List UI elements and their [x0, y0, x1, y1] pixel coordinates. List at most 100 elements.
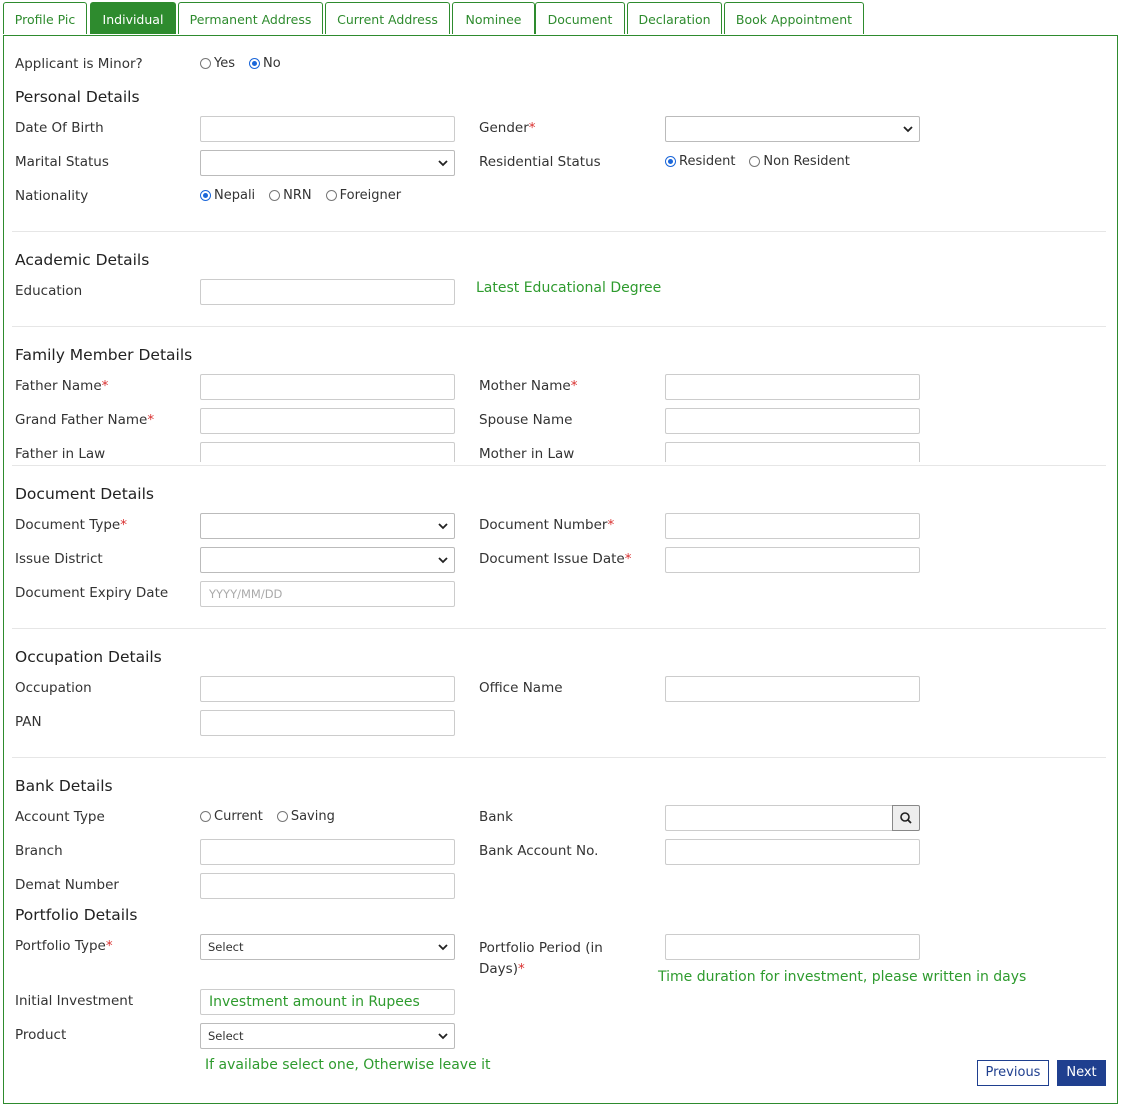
- search-icon: [900, 812, 912, 824]
- marital-status-label: Marital Status: [15, 154, 109, 170]
- radio-circle: [276, 811, 288, 822]
- previous-button[interactable]: Previous: [977, 1060, 1049, 1086]
- radio-label: No: [263, 56, 281, 71]
- chevron-down-icon: [438, 1033, 448, 1040]
- section-divider: [12, 231, 1106, 232]
- occupation-input[interactable]: [200, 676, 455, 702]
- pan-input[interactable]: [200, 710, 455, 736]
- bank-label: Bank: [479, 809, 513, 825]
- tab-book-appointment[interactable]: Book Appointment: [724, 2, 864, 34]
- product-hint: If availabe select one, Otherwise leave …: [205, 1057, 491, 1073]
- radio-label: Foreigner: [339, 188, 402, 203]
- section-divider: [12, 757, 1106, 758]
- bank-account-no-input[interactable]: [665, 839, 920, 865]
- chevron-down-icon: [438, 160, 448, 167]
- bank-search-button[interactable]: [892, 805, 920, 831]
- document-number-label: Document Number*: [479, 517, 615, 533]
- chevron-down-icon: [438, 944, 448, 951]
- minor-radio-group: Yes No: [200, 56, 295, 71]
- grandfather-name-label: Grand Father Name*: [15, 412, 155, 428]
- tab-profile-pic[interactable]: Profile Pic: [3, 2, 87, 34]
- minor-no-radio[interactable]: No: [249, 56, 281, 71]
- mother-name-label: Mother Name*: [479, 378, 578, 394]
- select-value: Select: [208, 1029, 244, 1043]
- father-in-law-label: Father in Law: [15, 446, 106, 462]
- select-value: Select: [208, 940, 244, 954]
- current-account-radio[interactable]: Current: [200, 809, 263, 824]
- mother-name-input[interactable]: [665, 374, 920, 400]
- residential-status-label: Residential Status: [479, 154, 601, 170]
- chevron-down-icon: [903, 126, 913, 133]
- foreigner-radio[interactable]: Foreigner: [325, 188, 402, 203]
- account-type-label: Account Type: [15, 809, 105, 825]
- occupation-details-heading: Occupation Details: [15, 648, 162, 666]
- document-type-select[interactable]: [200, 513, 455, 539]
- nrn-radio[interactable]: NRN: [269, 188, 312, 203]
- issue-district-label: Issue District: [15, 551, 103, 567]
- chevron-down-icon: [438, 557, 448, 564]
- radio-label: Current: [214, 809, 263, 824]
- tab-declaration[interactable]: Declaration: [627, 2, 722, 34]
- branch-label: Branch: [15, 843, 63, 859]
- education-input[interactable]: [200, 279, 455, 305]
- father-name-input[interactable]: [200, 374, 455, 400]
- radio-circle-selected: [665, 156, 676, 167]
- tab-document[interactable]: Document: [535, 2, 625, 34]
- radio-label: Yes: [214, 56, 235, 71]
- portfolio-details-heading: Portfolio Details: [15, 906, 138, 924]
- issue-district-select[interactable]: [200, 547, 455, 573]
- issue-date-input[interactable]: [665, 547, 920, 573]
- radio-label: NRN: [283, 188, 312, 203]
- account-type-radio-group: Current Saving: [200, 809, 349, 824]
- grandfather-name-input[interactable]: [200, 408, 455, 434]
- spouse-name-label: Spouse Name: [479, 412, 573, 428]
- dob-input[interactable]: [200, 116, 455, 142]
- issue-date-label: Document Issue Date*: [479, 551, 632, 567]
- tab-permanent-address[interactable]: Permanent Address: [178, 2, 323, 34]
- minor-yes-radio[interactable]: Yes: [200, 56, 235, 71]
- next-button[interactable]: Next: [1057, 1060, 1106, 1086]
- section-divider: [12, 465, 1106, 466]
- demat-number-input[interactable]: [200, 873, 455, 899]
- document-number-input[interactable]: [665, 513, 920, 539]
- tab-nominee[interactable]: Nominee: [452, 2, 535, 34]
- tab-current-address[interactable]: Current Address: [325, 2, 450, 34]
- bank-input[interactable]: [665, 805, 893, 831]
- portfolio-type-select[interactable]: Select: [200, 934, 455, 960]
- tab-individual[interactable]: Individual: [90, 2, 176, 34]
- spouse-name-input[interactable]: [665, 408, 920, 434]
- mother-in-law-label: Mother in Law: [479, 446, 575, 462]
- radio-label: Non Resident: [763, 154, 850, 169]
- radio-label: Nepali: [214, 188, 256, 203]
- family-details-heading: Family Member Details: [15, 346, 193, 364]
- marital-status-select[interactable]: [200, 150, 455, 176]
- nepali-radio[interactable]: Nepali: [200, 188, 255, 203]
- residential-radio-group: Resident Non Resident: [665, 154, 864, 169]
- personal-details-heading: Personal Details: [15, 88, 140, 106]
- non-resident-radio[interactable]: Non Resident: [749, 154, 850, 169]
- document-type-label: Document Type*: [15, 517, 127, 533]
- radio-label: Saving: [290, 809, 335, 824]
- office-name-label: Office Name: [479, 680, 563, 696]
- nationality-radio-group: Nepali NRN Foreigner: [200, 188, 415, 203]
- branch-input[interactable]: [200, 839, 455, 865]
- gender-label: Gender*: [479, 120, 536, 136]
- resident-radio[interactable]: Resident: [665, 154, 735, 169]
- gender-select[interactable]: [665, 116, 920, 142]
- radio-circle: [269, 190, 281, 201]
- saving-account-radio[interactable]: Saving: [276, 809, 335, 824]
- bank-account-no-label: Bank Account No.: [479, 843, 599, 859]
- section-divider: [12, 628, 1106, 629]
- radio-circle-selected: [249, 58, 260, 69]
- expiry-date-input[interactable]: YYYY/MM/DD: [200, 581, 455, 607]
- radio-circle: [200, 811, 211, 822]
- product-select[interactable]: Select: [200, 1023, 455, 1049]
- education-label: Education: [15, 283, 83, 299]
- initial-investment-input[interactable]: Investment amount in Rupees: [200, 989, 455, 1015]
- radio-circle-selected: [200, 190, 211, 201]
- pan-label: PAN: [15, 714, 42, 730]
- office-name-input[interactable]: [665, 676, 920, 702]
- education-hint: Latest Educational Degree: [476, 280, 662, 296]
- demat-number-label: Demat Number: [15, 877, 119, 893]
- portfolio-period-input[interactable]: [665, 934, 920, 960]
